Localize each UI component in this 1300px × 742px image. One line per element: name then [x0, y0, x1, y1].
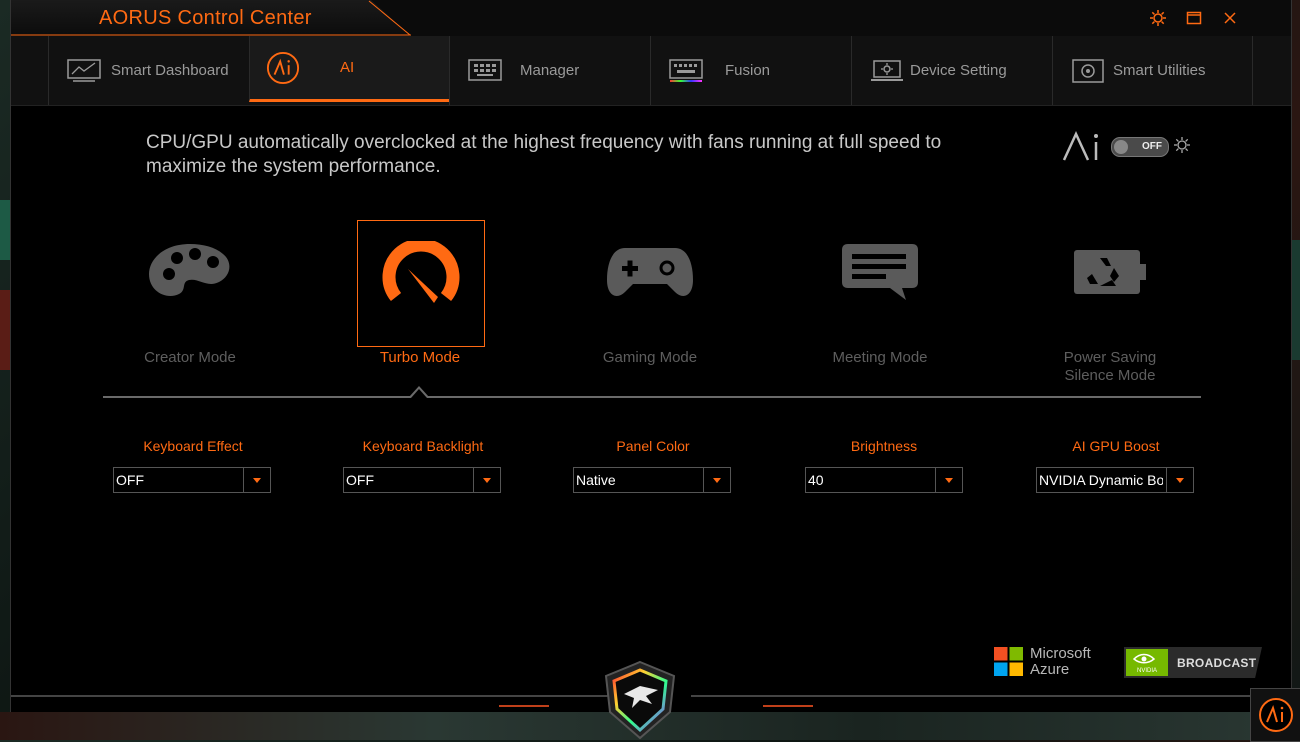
mode-creator[interactable]	[127, 220, 253, 345]
setting-label-panel-color: Panel Color	[616, 438, 690, 454]
close-button[interactable]	[1220, 8, 1240, 28]
tab-smart-dashboard[interactable]: Smart Dashboard	[48, 36, 249, 105]
mode-meeting[interactable]	[817, 220, 943, 345]
manager-icon	[468, 58, 502, 84]
laptop-gear-icon	[870, 58, 904, 84]
recycle-battery-icon	[1047, 240, 1173, 320]
ai-logo-icon	[266, 51, 300, 84]
tab-fusion[interactable]: Fusion	[650, 36, 851, 105]
chevron-down-icon[interactable]	[703, 468, 730, 492]
maximize-icon	[1186, 11, 1202, 25]
keyboard-effect-dropdown[interactable]: OFF	[113, 467, 271, 493]
ai-toggle-switch[interactable]: OFF	[1111, 137, 1169, 157]
dropdown-value: Native	[576, 472, 616, 488]
tab-label: Smart Dashboard	[111, 62, 229, 79]
aorus-shield-logo-icon	[604, 660, 676, 740]
tab-label: Device Setting	[910, 62, 1007, 79]
keyboard-icon	[669, 58, 703, 84]
app-window: AORUS Control Center Smart Dashboard AI …	[10, 0, 1292, 712]
mode-label: Meeting Mode	[832, 349, 928, 366]
tab-manager[interactable]: Manager	[449, 36, 650, 105]
bottom-accent-line	[499, 705, 549, 707]
toggle-state: OFF	[1142, 141, 1162, 152]
tab-label: Smart Utilities	[1113, 62, 1206, 79]
chevron-down-icon[interactable]	[243, 468, 270, 492]
toggle-knob	[1114, 140, 1128, 154]
ai-settings-button[interactable]	[1173, 136, 1191, 159]
maximize-button[interactable]	[1184, 8, 1204, 28]
mode-label: Gaming Mode	[602, 349, 698, 366]
ai-logo-icon	[1062, 131, 1098, 161]
close-icon	[1224, 12, 1236, 24]
mode-label: Turbo Mode	[379, 349, 461, 366]
dashboard-icon	[67, 58, 101, 84]
mode-description: CPU/GPU automatically overclocked at the…	[146, 132, 942, 177]
speedometer-icon	[358, 241, 484, 321]
chat-icon	[817, 240, 943, 320]
gear-icon	[1150, 10, 1166, 26]
gamepad-icon	[587, 240, 713, 320]
mode-label: Creator Mode	[144, 349, 236, 366]
dropdown-value: OFF	[116, 472, 144, 488]
palette-icon	[127, 240, 253, 320]
microsoft-logo-icon	[994, 647, 1023, 676]
tab-smart-utilities[interactable]: Smart Utilities	[1052, 36, 1253, 105]
main-tab-bar: Smart Dashboard AI Manager Fusion Device…	[11, 36, 1291, 106]
svg-text:NVIDIA: NVIDIA	[1137, 668, 1157, 674]
ai-launcher-button[interactable]	[1250, 688, 1300, 742]
tab-label: AI	[340, 59, 355, 76]
tab-label: Manager	[520, 62, 580, 79]
setting-label-keyboard-backlight: Keyboard Backlight	[362, 438, 484, 454]
broadcast-label: BROADCAST	[1177, 656, 1257, 670]
title-bar: AORUS Control Center	[11, 0, 1291, 36]
bottom-accent-line	[763, 705, 813, 707]
mode-turbo[interactable]	[357, 220, 485, 347]
settings-button[interactable]	[1148, 8, 1168, 28]
microsoft-azure-label: Microsoft Azure	[1030, 646, 1091, 678]
app-title: AORUS Control Center	[99, 7, 312, 29]
microsoft-label: Microsoft	[1030, 645, 1091, 662]
brightness-dropdown[interactable]: 40	[805, 467, 963, 493]
tab-ai[interactable]: AI	[249, 36, 449, 102]
setting-label-ai-gpu-boost: AI GPU Boost	[1072, 438, 1160, 454]
azure-label: Azure	[1030, 661, 1070, 678]
tab-label: Fusion	[725, 62, 771, 79]
chevron-down-icon[interactable]	[1166, 468, 1193, 492]
setting-label-keyboard-effect: Keyboard Effect	[143, 438, 243, 454]
ai-gpu-boost-dropdown[interactable]: NVIDIA Dynamic Boost	[1036, 467, 1194, 493]
keyboard-backlight-dropdown[interactable]: OFF	[343, 467, 501, 493]
mode-gaming[interactable]	[587, 220, 713, 345]
tab-device-setting[interactable]: Device Setting	[851, 36, 1052, 105]
dropdown-value: OFF	[346, 472, 374, 488]
utilities-icon	[1071, 58, 1105, 84]
active-mode-caret-inner	[411, 389, 427, 398]
mode-divider	[103, 396, 1201, 398]
dropdown-value: NVIDIA Dynamic Boost	[1039, 472, 1163, 488]
gear-icon	[1174, 137, 1190, 153]
nvidia-logo-icon: NVIDIA	[1126, 649, 1168, 676]
chevron-down-icon[interactable]	[935, 468, 962, 492]
dropdown-value: 40	[808, 472, 824, 488]
mode-power-saving[interactable]	[1047, 220, 1173, 345]
setting-label-brightness: Brightness	[850, 438, 918, 454]
panel-color-dropdown[interactable]: Native	[573, 467, 731, 493]
ai-logo-icon	[1259, 698, 1293, 732]
chevron-down-icon[interactable]	[473, 468, 500, 492]
mode-label: Power Saving Silence Mode	[1063, 349, 1157, 384]
